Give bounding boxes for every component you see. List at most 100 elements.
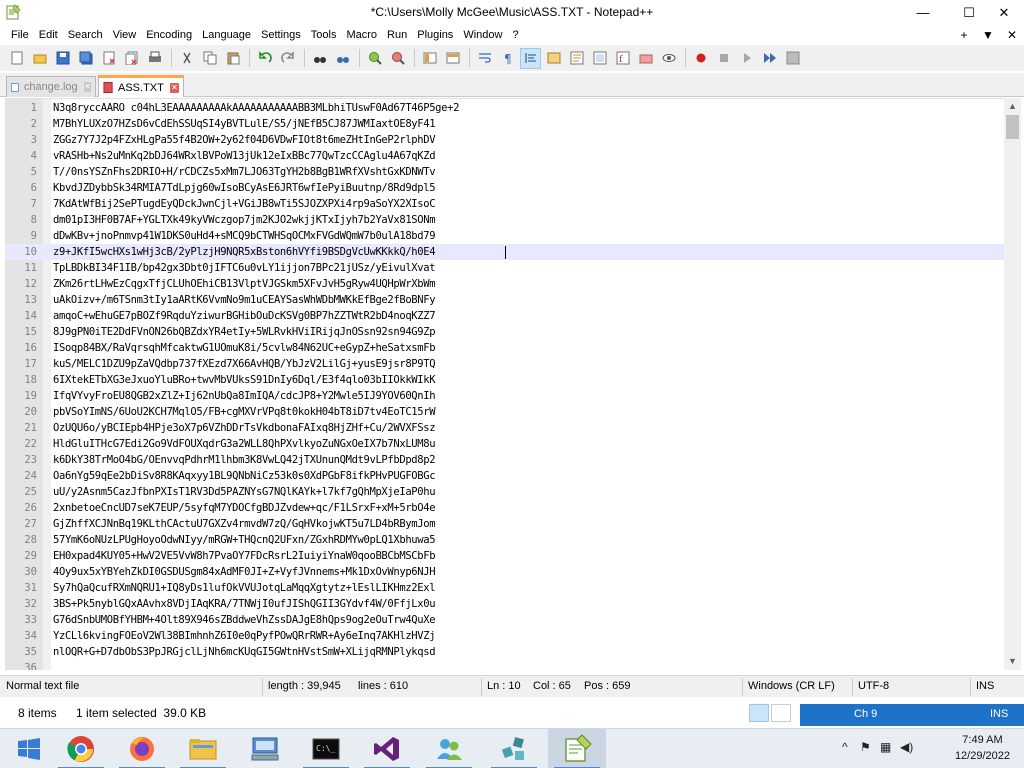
editor-line[interactable]: 27 GjZhffXCJNnBq19KLthCActuU7GXZv4rmvdW7z…: [5, 516, 1005, 532]
editor-line[interactable]: 29 EH0xpad4KUY05+HwV2VE5VvW8h7PvaOY7FDcRs…: [5, 548, 1005, 564]
menu-settings[interactable]: Settings: [256, 25, 306, 45]
doc-list-button[interactable]: [589, 48, 610, 69]
line-text[interactable]: IfqVYvyFroEU8QGB2xZlZ+Ij62nUbQa8ImIQA/cd…: [53, 388, 436, 404]
line-text[interactable]: 6IXtekETbXG3eJxuoYluBRo+twvMbVUksS91DnIy…: [53, 372, 436, 388]
editor-line[interactable]: 30 4Oy9ux5xYBYehZkDI0GSDUSgm84xAdMF0JI+Z+…: [5, 564, 1005, 580]
taskbar-remote-desktop[interactable]: [236, 729, 294, 768]
taskbar-file-explorer[interactable]: [174, 729, 232, 768]
status-insert-mode[interactable]: INS: [976, 680, 994, 694]
copy-button[interactable]: [199, 48, 220, 69]
status-eol[interactable]: Windows (CR LF): [748, 680, 835, 694]
line-text[interactable]: 2xnbetoeCncUD7seK7EUP/5syfqM7YDOCfgBDJZv…: [53, 500, 436, 516]
line-text[interactable]: T//0nsYSZnFhs2DRIO+H/rCDCZs5xMm7LJO63TgY…: [53, 164, 436, 180]
taskbar-chrome[interactable]: [52, 729, 110, 768]
line-text[interactable]: TpLBDkBI34F1IB/bp42gx3Dbt0jIFTC6u0vLY1ij…: [53, 260, 436, 276]
line-text[interactable]: OzUQU6o/yBCIEpb4HPje3oX7p6VZhDDrTsVkdbon…: [53, 420, 436, 436]
editor-line[interactable]: 28 57YmK6oNUzLPUgHoyoOdwNIyy/mRGW+THQcnQ2…: [5, 532, 1005, 548]
replace-button[interactable]: [332, 48, 353, 69]
editor-line[interactable]: 3 ZGGz7Y7J2p4FZxHLgPa55f4B2OW+2y62f04D6VD…: [5, 132, 1005, 148]
line-text[interactable]: Sy7hQaQcufRXmNQRU1+IQ8yDs1lufOkVVUJotqLa…: [53, 580, 436, 596]
editor-line[interactable]: 10 z9+JKfI5wcHXs1wHj3cB/2yPlzjH9NQR5xBsto…: [5, 244, 1005, 260]
menu-plugins[interactable]: Plugins: [412, 25, 458, 45]
editor-line[interactable]: 24 Oa6nYg59qEe2bDiSv8R8KAqxyy1BL9QNbNiCz5…: [5, 468, 1005, 484]
editor-line[interactable]: 4 vRASHb+Ns2uMnKq2bDJ64WRxlBVPoW13jUk12eI…: [5, 148, 1005, 164]
editor-line[interactable]: 2 M7BhYLUXzO7HZsD6vCdEhSSUqSI4yBVTLulE/S5…: [5, 116, 1005, 132]
word-wrap-button[interactable]: [474, 48, 495, 69]
taskbar-notepad-plus-plus[interactable]: [548, 729, 606, 768]
line-text[interactable]: GjZhffXCJNnBq19KLthCActuU7GXZv4rmvdW7zQ/…: [53, 516, 436, 532]
line-text[interactable]: M7BhYLUXzO7HZsD6vCdEhSSUqSI4yBVTLulE/S5/…: [53, 116, 436, 132]
scroll-thumb[interactable]: [1006, 115, 1019, 139]
editor-line[interactable]: 13 uAkOizv+/m6TSnm3tIy1aARtK6VvmNo9m1uCEA…: [5, 292, 1005, 308]
maximize-button[interactable]: ☐: [954, 0, 984, 25]
status-encoding[interactable]: UTF-8: [858, 680, 889, 694]
editor-lines[interactable]: 1 N3q8ryccAARO c04hL3EAAAAAAAAAkAAAAAAAAA…: [5, 100, 1005, 670]
monitoring-button[interactable]: [658, 48, 679, 69]
line-text[interactable]: 8J9gPN0iTE2DdFVnON26bQBZdxYR4etIy+5WLRvk…: [53, 324, 436, 340]
line-text[interactable]: k6DkY38TrMoO4bG/OEnvvqPdhrM1lhbm3K8VwLQ4…: [53, 452, 436, 468]
start-button[interactable]: [0, 729, 58, 768]
line-text[interactable]: dm01pI3HF0B7AF+YGLTXk49kyVWczgop7jm2KJO2…: [53, 212, 436, 228]
line-text[interactable]: vRASHb+Ns2uMnKq2bDJ64WRxlBVPoW13jUk12eIx…: [53, 148, 436, 164]
vertical-scrollbar[interactable]: ▲ ▼: [1004, 98, 1021, 670]
save-macro-button[interactable]: [782, 48, 803, 69]
editor-line[interactable]: 32 3BS+Pk5nyblGQxAAvhx8VDjIAqKRA/7TNWjI0u…: [5, 596, 1005, 612]
tab-ass-txt[interactable]: ASS.TXT ✕: [98, 75, 184, 97]
print-button[interactable]: [144, 48, 165, 69]
editor-line[interactable]: 25 uU/y2Asnm5CazJfbnPXIsT1RV3Dd5PAZNYsG7N…: [5, 484, 1005, 500]
editor-line[interactable]: 8 dm01pI3HF0B7AF+YGLTXk49kyVWczgop7jm2KJO…: [5, 212, 1005, 228]
flag-icon[interactable]: ⚑: [860, 740, 871, 754]
details-view-button[interactable]: [749, 704, 769, 722]
large-icons-view-button[interactable]: [771, 704, 791, 722]
folder-as-workspace-button[interactable]: [635, 48, 656, 69]
line-text[interactable]: EH0xpad4KUY05+HwV2VE5VvW8h7PvaOY7FDcRsrL…: [53, 548, 436, 564]
line-text[interactable]: 4Oy9ux5xYBYehZkDI0GSDUSgm84xAdMF0JI+Z+Vy…: [53, 564, 436, 580]
undo-button[interactable]: [254, 48, 275, 69]
editor-line[interactable]: 1 N3q8ryccAARO c04hL3EAAAAAAAAAkAAAAAAAAA…: [5, 100, 1005, 116]
editor-line[interactable]: 9 dDwKBv+jnoPnmvp41W1DKS0uHd4+sMCQ9bCTWHS…: [5, 228, 1005, 244]
stop-macro-button[interactable]: [713, 48, 734, 69]
line-text[interactable]: KbvdJZDybbSk34RMIA7TdLpjg60wIsoBCyAsE6JR…: [53, 180, 436, 196]
menu-view[interactable]: View: [108, 25, 142, 45]
clock[interactable]: 7:49 AM 12/29/2022: [955, 732, 1010, 764]
show-hidden-icons-chevron-icon[interactable]: ^: [842, 740, 848, 754]
line-text[interactable]: 3BS+Pk5nyblGQxAAvhx8VDjIAqKRA/7TNWjI0ufJ…: [53, 596, 436, 612]
tab-close-icon[interactable]: ✕: [83, 82, 91, 92]
minimize-button[interactable]: —: [908, 0, 938, 25]
line-text[interactable]: pbVSoYImNS/6UoU2KCH7MqlO5/FB+cgMXVrVPq8t…: [53, 404, 436, 420]
line-text[interactable]: HldGluITHcG7Edi2Go9VdFOUXqdrG3a2WLL8QhPX…: [53, 436, 436, 452]
new-file-button[interactable]: [6, 48, 27, 69]
menu-run[interactable]: Run: [382, 25, 412, 45]
open-file-button[interactable]: [29, 48, 50, 69]
volume-icon[interactable]: ◀): [900, 740, 913, 754]
line-text[interactable]: _: [53, 660, 59, 670]
line-text[interactable]: N3q8ryccAARO c04hL3EAAAAAAAAAkAAAAAAAAAA…: [53, 100, 459, 116]
paste-button[interactable]: [222, 48, 243, 69]
menu-window[interactable]: Window: [458, 25, 507, 45]
indent-guide-button[interactable]: [520, 47, 541, 69]
menu-file[interactable]: File: [6, 25, 34, 45]
close-button[interactable]: [98, 48, 119, 69]
editor-line[interactable]: 18 6IXtekETbXG3eJxuoYluBRo+twvMbVUksS91Dn…: [5, 372, 1005, 388]
line-text[interactable]: uAkOizv+/m6TSnm3tIy1aARtK6VvmNo9m1uCEAYS…: [53, 292, 436, 308]
close-document-icon[interactable]: ✕: [1000, 28, 1024, 42]
editor-line[interactable]: 19 IfqVYvyFroEU8QGB2xZlZ+Ij62nUbQa8ImIQA/…: [5, 388, 1005, 404]
menu-tools[interactable]: Tools: [306, 25, 342, 45]
network-icon[interactable]: ▦: [880, 740, 891, 754]
line-text[interactable]: nlOQR+G+D7dbObS3PpJRGjclLjNh6mcKUqGI5GWt…: [53, 644, 436, 660]
editor-line[interactable]: 11 TpLBDkBI34F1IB/bp42gx3Dbt0jIFTC6u0vLY1…: [5, 260, 1005, 276]
editor-line[interactable]: 6 KbvdJZDybbSk34RMIA7TdLpjg60wIsoBCyAsE6J…: [5, 180, 1005, 196]
menu-search[interactable]: Search: [63, 25, 108, 45]
line-text[interactable]: 57YmK6oNUzLPUgHoyoOdwNIyy/mRGW+THQcnQ2UF…: [53, 532, 436, 548]
line-text[interactable]: z9+JKfI5wcHXs1wHj3cB/2yPlzjH9NQR5xBston6…: [53, 244, 436, 260]
scroll-down-arrow-icon[interactable]: ▼: [1004, 653, 1021, 670]
line-text[interactable]: dDwKBv+jnoPnmvp41W1DKS0uHd4+sMCQ9bCTWHSq…: [53, 228, 436, 244]
text-editor[interactable]: 1 N3q8ryccAARO c04hL3EAAAAAAAAAkAAAAAAAAA…: [5, 98, 1019, 670]
taskbar-people[interactable]: [420, 729, 478, 768]
editor-line[interactable]: 36 _: [5, 660, 1005, 670]
line-text[interactable]: Oa6nYg59qEe2bDiSv8R8KAqxyy1BL9QNbNiCz53k…: [53, 468, 436, 484]
line-text[interactable]: ISoqp84BX/RaVqrsqhMfcaktwG1UOmuK8i/5cvlw…: [53, 340, 436, 356]
close-window-button[interactable]: ✕: [984, 0, 1024, 25]
taskbar-firefox[interactable]: [113, 729, 171, 768]
editor-line[interactable]: 35 nlOQR+G+D7dbObS3PpJRGjclLjNh6mcKUqGI5G…: [5, 644, 1005, 660]
